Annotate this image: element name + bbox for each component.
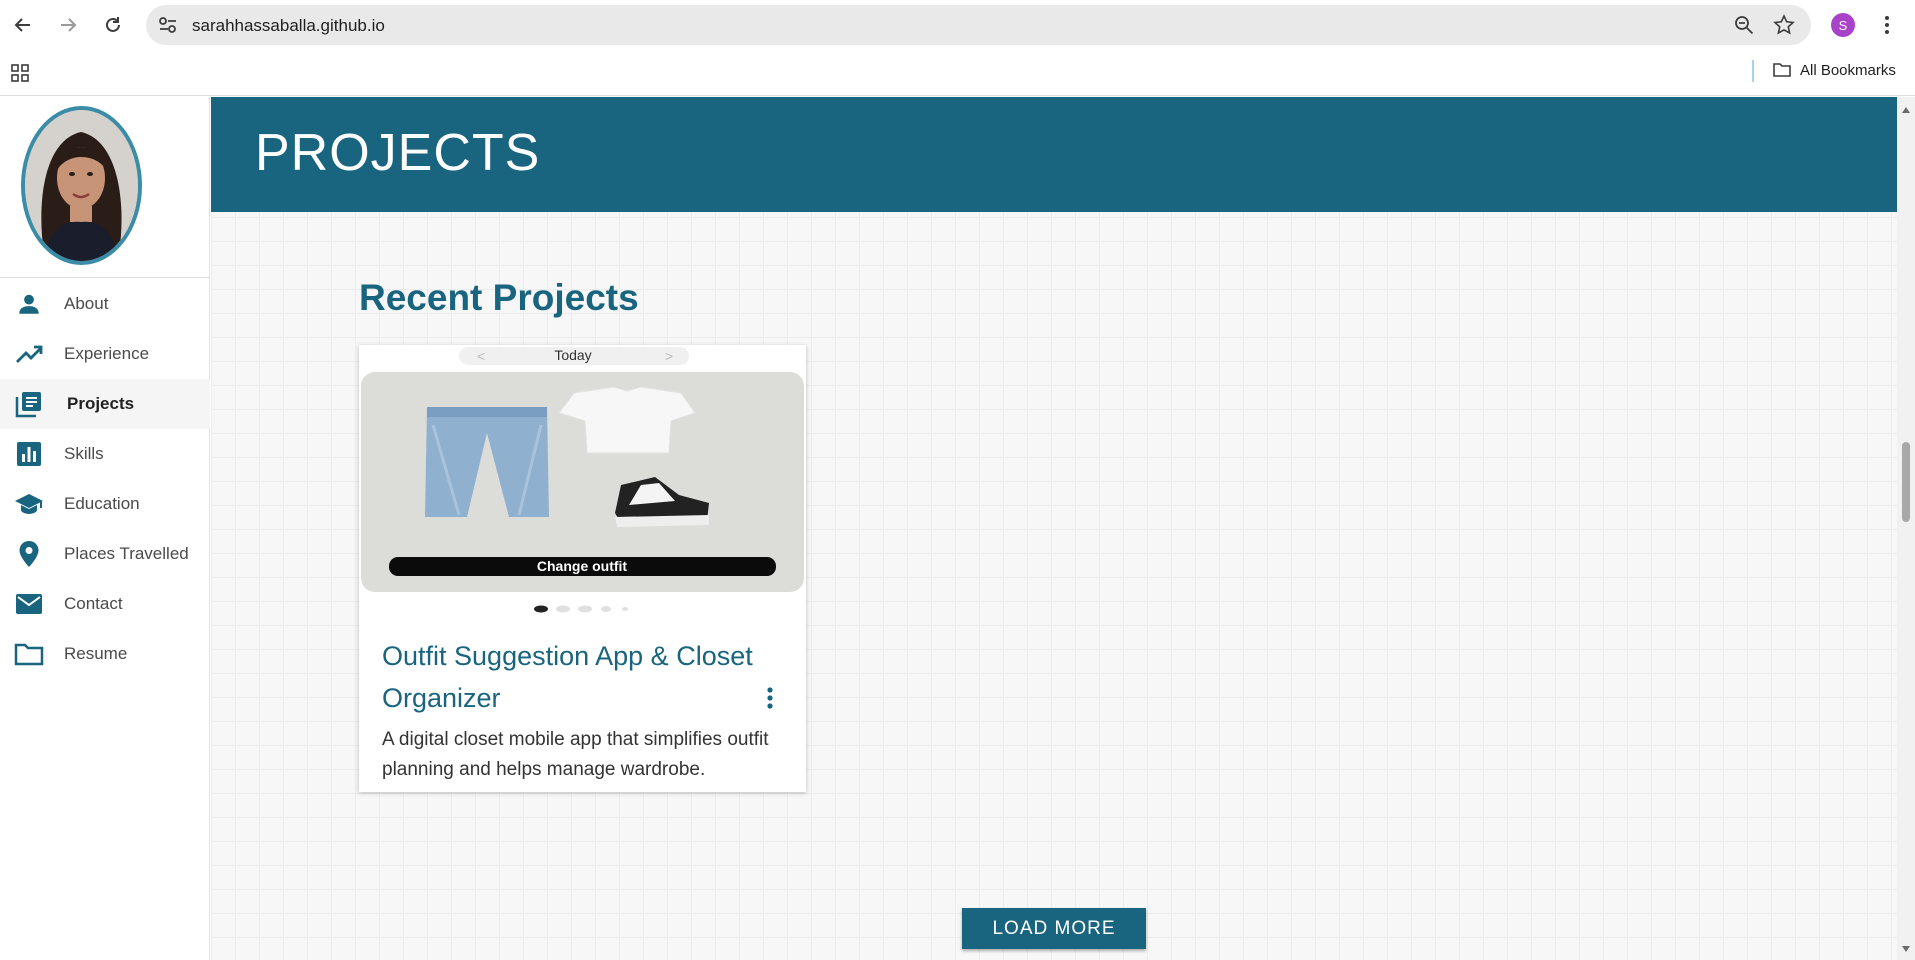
person-icon — [14, 290, 44, 318]
bar-chart-icon — [14, 440, 44, 468]
project-description: A digital closet mobile app that simplif… — [382, 729, 769, 780]
profile-photo — [21, 106, 142, 265]
page-scrollbar[interactable] — [1897, 97, 1915, 960]
site-settings-icon[interactable] — [156, 14, 180, 36]
arrow-left-icon — [14, 18, 30, 32]
page-title: PROJECTS — [255, 124, 541, 182]
sidebar-item-about[interactable]: About — [0, 279, 210, 329]
reload-button[interactable] — [98, 10, 128, 40]
carousel-dot — [622, 607, 628, 611]
page-banner: PROJECTS — [211, 97, 1897, 212]
profile-avatar[interactable]: S — [1831, 13, 1855, 37]
image-button-text: Change outfit — [537, 558, 628, 574]
main-content: PROJECTS Recent Projects < > Today Chang… — [211, 97, 1897, 960]
url-text[interactable]: sarahhassaballa.github.io — [192, 16, 385, 36]
folder-icon — [14, 640, 44, 668]
sidebar-item-resume[interactable]: Resume — [0, 629, 210, 679]
bookmarks-separator — [1752, 60, 1754, 82]
folder-icon — [1773, 63, 1791, 77]
sidebar-item-projects[interactable]: Projects — [0, 379, 210, 429]
sidebar-item-label: About — [64, 294, 109, 313]
zoom-icon[interactable] — [1733, 14, 1755, 41]
page: About Experience Projects Skills Educati… — [0, 97, 1915, 960]
reload-icon — [106, 17, 120, 32]
all-bookmarks-button[interactable]: All Bookmarks — [1772, 61, 1896, 79]
scroll-up-arrow-icon[interactable] — [1901, 101, 1911, 119]
section-title: Recent Projects — [359, 277, 639, 318]
sidebar-item-label: Education — [64, 494, 140, 513]
carousel-dot — [578, 605, 592, 613]
carousel-dot — [534, 605, 548, 613]
forward-button[interactable] — [53, 10, 83, 40]
sidebar-item-label: Projects — [67, 394, 135, 413]
scrollbar-thumb[interactable] — [1902, 442, 1910, 522]
sidebar-divider — [0, 277, 210, 278]
browser-menu-icon[interactable] — [1877, 12, 1897, 38]
load-more-button[interactable]: LOAD MORE — [962, 908, 1146, 949]
all-bookmarks-label: All Bookmarks — [1800, 61, 1896, 79]
carousel-indicator[interactable] — [359, 604, 806, 614]
sidebar-item-places-travelled[interactable]: Places Travelled — [0, 529, 210, 579]
mail-icon — [14, 590, 44, 618]
browser-toolbar: sarahhassaballa.github.io S — [0, 0, 1915, 50]
apps-grid-icon[interactable] — [10, 63, 30, 88]
svg-text:<: < — [477, 348, 485, 364]
trending-up-icon — [14, 340, 44, 368]
sidebar-item-label: Resume — [64, 644, 128, 663]
sidebar-item-skills[interactable]: Skills — [0, 429, 210, 479]
library-books-icon — [14, 390, 44, 418]
bookmark-star-icon[interactable] — [1773, 14, 1795, 41]
sidebar-item-label: Places Travelled — [64, 544, 189, 563]
project-image[interactable]: < > Today Change outfit — [359, 345, 806, 597]
location-pin-icon — [14, 540, 44, 568]
sidebar: About Experience Projects Skills Educati… — [0, 97, 210, 960]
arrow-right-icon — [61, 18, 77, 32]
scroll-down-arrow-icon[interactable] — [1901, 940, 1911, 958]
sidebar-nav: About Experience Projects Skills Educati… — [0, 279, 210, 679]
svg-text:>: > — [665, 348, 673, 364]
sidebar-item-experience[interactable]: Experience — [0, 329, 210, 379]
back-button[interactable] — [8, 10, 38, 40]
image-header-text: Today — [554, 347, 591, 363]
more-vert-icon[interactable] — [762, 685, 778, 711]
sidebar-item-label: Contact — [64, 594, 123, 613]
address-bar[interactable]: sarahhassaballa.github.io — [146, 5, 1811, 45]
bookmarks-bar: All Bookmarks — [0, 50, 1915, 96]
project-card[interactable]: < > Today Change outfit Outfit Suggestio… — [359, 345, 806, 792]
sidebar-item-contact[interactable]: Contact — [0, 579, 210, 629]
sidebar-item-education[interactable]: Education — [0, 479, 210, 529]
project-title[interactable]: Outfit Suggestion App & Closet Organizer — [382, 635, 762, 719]
sidebar-item-label: Experience — [64, 344, 150, 363]
sidebar-item-label: Skills — [64, 444, 104, 463]
carousel-dot — [556, 605, 570, 613]
school-icon — [14, 490, 44, 518]
carousel-dot — [601, 606, 611, 612]
